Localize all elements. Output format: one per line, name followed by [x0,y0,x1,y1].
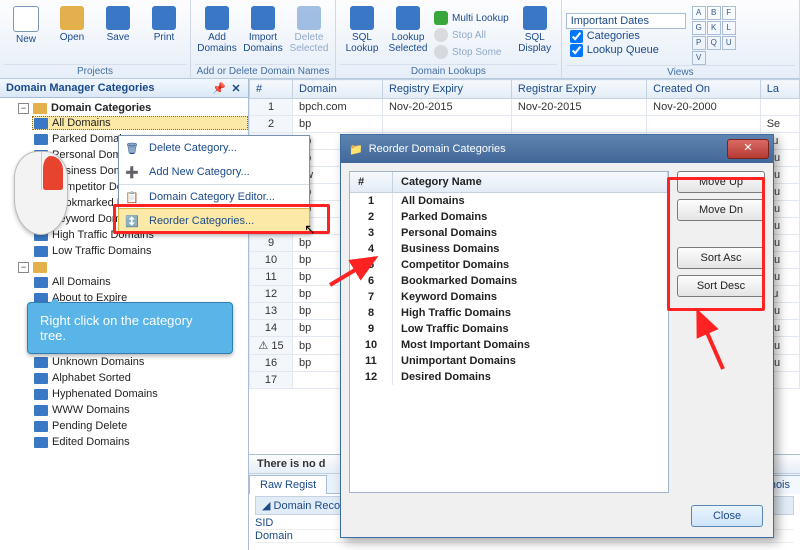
table-row[interactable]: 2bpSe [250,116,800,133]
ctx-reorder-categories[interactable]: ↕️Reorder Categories... [118,208,310,234]
grid-col[interactable]: Created On [647,80,761,99]
tree-item[interactable]: Edited Domains [32,435,248,449]
dialog-title: Reorder Domain Categories [369,143,506,155]
delete-selected-button: Delete Selected [287,4,331,64]
list-item[interactable]: 2Parked Domains [350,209,668,225]
mouse-graphic [14,151,66,239]
ribbon: New Open Save Print Projects Add Domains… [0,0,800,79]
letter-filter[interactable]: ABFGKLPQUV [692,4,746,65]
import-domains-button[interactable]: Import Domains [241,4,285,64]
sort-asc-button[interactable]: Sort Asc [677,247,765,269]
sort-desc-button[interactable]: Sort Desc [677,275,765,297]
list-item[interactable]: 7Keyword Domains [350,289,668,305]
new-button[interactable]: New [4,4,48,64]
list-item[interactable]: 10Most Important Domains [350,337,668,353]
group-add-delete: Add or Delete Domain Names [195,64,331,78]
sql-lookup-button[interactable]: SQL Lookup [340,4,384,64]
group-views: Views [566,65,795,79]
stop-all-button: Stop All [432,27,511,43]
list-item[interactable]: 8High Traffic Domains [350,305,668,321]
dialog-close-footer[interactable]: Close [691,505,763,527]
views-queue-check[interactable]: Lookup Queue [566,44,686,57]
reorder-dialog: 📁 Reorder Domain Categories ✕ # Category… [340,134,774,538]
col-name: Category Name [393,172,668,193]
tree-item[interactable]: Hyphenated Domains [32,387,248,401]
tree-item[interactable]: Pending Delete [32,419,248,433]
pin-icon[interactable]: 📌 [212,82,224,94]
tree-item[interactable]: All Domains [32,116,248,130]
stop-some-button: Stop Some [432,44,511,60]
list-item[interactable]: 12Desired Domains [350,369,668,385]
context-menu: 🗑Delete Category... ➕Add New Category...… [118,135,310,234]
tree-item[interactable]: Low Traffic Domains [32,244,248,258]
multi-lookup-button[interactable]: Multi Lookup [432,10,511,26]
tree-collapse-icon[interactable]: − [18,103,29,114]
list-item[interactable]: 4Business Domains [350,241,668,257]
move-down-button[interactable]: Move Dn [677,199,765,221]
list-item[interactable]: 1All Domains [350,193,668,210]
ctx-delete-category[interactable]: 🗑Delete Category... [119,136,309,160]
col-num: # [350,172,393,193]
close-sidebar-icon[interactable]: ✕ [230,82,242,94]
tree-item[interactable]: Unknown Domains [32,355,248,369]
tree-item[interactable]: WWW Domains [32,403,248,417]
group-projects: Projects [4,64,186,78]
folder-icon: 📁 [349,143,363,156]
sidebar-title: Domain Manager Categories [6,82,155,94]
sql-display-button[interactable]: SQL Display [513,4,557,64]
table-row[interactable]: 1bpch.comNov-20-2015Nov-20-2015Nov-20-20… [250,99,800,116]
list-item[interactable]: 11Unimportant Domains [350,353,668,369]
grid-col[interactable]: # [250,80,293,99]
grid-col[interactable]: Registrar Expiry [511,80,646,99]
grid-col[interactable]: Domain [293,80,383,99]
views-categories-check[interactable]: Categories [566,30,686,43]
list-item[interactable]: 5Competitor Domains [350,257,668,273]
tree-item[interactable]: Alphabet Sorted [32,371,248,385]
ctx-category-editor[interactable]: 📋Domain Category Editor... [119,184,309,209]
tree-collapse-icon[interactable]: − [18,262,29,273]
tree-root[interactable]: Domain Categories [51,102,151,114]
add-domains-button[interactable]: Add Domains [195,4,239,64]
move-up-button[interactable]: Move Up [677,171,765,193]
tab-raw[interactable]: Raw Regist [249,475,327,494]
list-item[interactable]: 3Personal Domains [350,225,668,241]
grid-col[interactable]: La [760,80,799,99]
print-button[interactable]: Print [142,4,186,64]
ctx-add-category[interactable]: ➕Add New Category... [119,160,309,184]
grid-col[interactable]: Registry Expiry [382,80,511,99]
list-item[interactable]: 9Low Traffic Domains [350,321,668,337]
dialog-close-button[interactable]: ✕ [727,139,769,159]
lookup-selected-button[interactable]: Lookup Selected [386,4,430,64]
group-lookups: Domain Lookups [340,64,557,78]
views-dropdown[interactable]: Important Dates [566,13,686,29]
callout-tip: Right click on the category tree. [27,302,233,354]
reorder-list[interactable]: # Category Name 1All Domains2Parked Doma… [349,171,669,493]
save-button[interactable]: Save [96,4,140,64]
list-item[interactable]: 6Bookmarked Domains [350,273,668,289]
tree-item[interactable]: All Domains [32,275,248,289]
open-button[interactable]: Open [50,4,94,64]
